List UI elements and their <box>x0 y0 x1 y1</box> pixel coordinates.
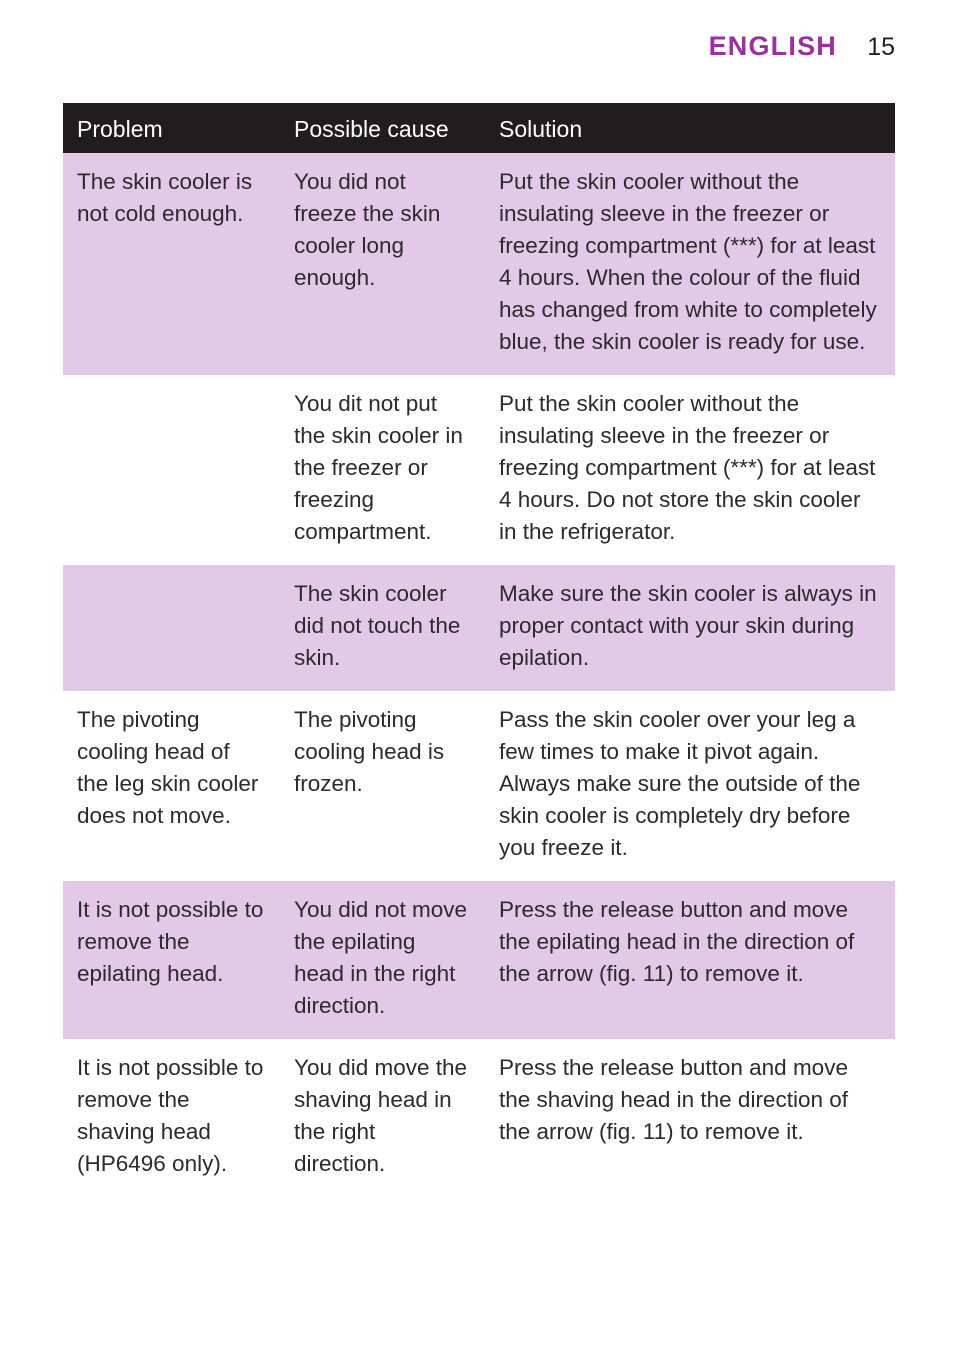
cause-text: You did not move the epilating head in t… <box>294 897 468 1018</box>
troubleshooting-table: Problem Possible cause Solution The skin… <box>63 103 895 1197</box>
table-row: The skin cooler did not touch the skin. … <box>63 565 895 691</box>
cell-problem: The skin cooler is not cold enough. <box>63 153 280 375</box>
column-header-problem: Problem <box>63 103 280 153</box>
solution-text: Press the release button and move the sh… <box>499 1055 848 1144</box>
cell-solution: Press the release button and move the ep… <box>485 881 895 1039</box>
cell-possible-cause: You did not move the epilating head in t… <box>280 881 485 1039</box>
cell-solution: Make sure the skin cooler is always in p… <box>485 565 895 691</box>
table-row: The pivoting cooling head of the leg ski… <box>63 691 895 881</box>
cell-problem: The pivoting cooling head of the leg ski… <box>63 691 280 881</box>
cause-text: The pivoting cooling head is frozen. <box>294 707 445 796</box>
cell-possible-cause: You did not freeze the skin cooler long … <box>280 153 485 375</box>
solution-text: Press the release button and move the ep… <box>499 897 855 986</box>
cell-possible-cause: You dit not put the skin cooler in the f… <box>280 375 485 565</box>
cell-possible-cause: The skin cooler did not touch the skin. <box>280 565 485 691</box>
running-head-language: ENGLISH <box>708 31 837 61</box>
cause-text: You did move the shaving head in the rig… <box>294 1055 468 1176</box>
column-header-solution: Solution <box>485 103 895 153</box>
cell-problem <box>63 375 280 565</box>
cell-solution: Put the skin cooler without the insulati… <box>485 375 895 565</box>
cell-problem <box>63 565 280 691</box>
cell-solution: Pass the skin cooler over your leg a few… <box>485 691 895 881</box>
table-row: It is not possible to remove the shaving… <box>63 1039 895 1197</box>
document-page: ENGLISH 15 Problem Possible cause Soluti… <box>0 0 954 1345</box>
cell-possible-cause: The pivoting cooling head is frozen. <box>280 691 485 881</box>
table-body: The skin cooler is not cold enough. You … <box>63 153 895 1197</box>
cell-problem: It is not possible to remove the shaving… <box>63 1039 280 1197</box>
cell-solution: Press the release button and move the sh… <box>485 1039 895 1197</box>
page-number: 15 <box>867 33 895 61</box>
table-header: Problem Possible cause Solution <box>63 103 895 153</box>
solution-text: Pass the skin cooler over your leg a few… <box>499 707 861 860</box>
solution-text: Put the skin cooler without the insulati… <box>499 391 876 544</box>
solution-text: Put the skin cooler without the insulati… <box>499 169 877 354</box>
table-row: The skin cooler is not cold enough. You … <box>63 153 895 375</box>
table-header-row: Problem Possible cause Solution <box>63 103 895 153</box>
cause-text: You did not freeze the skin cooler long … <box>294 169 441 290</box>
table-row: It is not possible to remove the epilati… <box>63 881 895 1039</box>
cell-problem: It is not possible to remove the epilati… <box>63 881 280 1039</box>
cause-text: The skin cooler did not touch the skin. <box>294 581 461 670</box>
table-row: You dit not put the skin cooler in the f… <box>63 375 895 565</box>
problem-text: It is not possible to remove the shaving… <box>77 1055 264 1176</box>
problem-text: The skin cooler is not cold enough. <box>77 169 253 226</box>
solution-text: Make sure the skin cooler is always in p… <box>499 581 877 670</box>
cause-text: You dit not put the skin cooler in the f… <box>294 391 463 544</box>
problem-text: It is not possible to remove the epilati… <box>77 897 264 986</box>
cell-possible-cause: You did move the shaving head in the rig… <box>280 1039 485 1197</box>
column-header-possible-cause: Possible cause <box>280 103 485 153</box>
problem-text: The pivoting cooling head of the leg ski… <box>77 707 259 828</box>
cell-solution: Put the skin cooler without the insulati… <box>485 153 895 375</box>
running-head: ENGLISH 15 <box>0 33 895 60</box>
